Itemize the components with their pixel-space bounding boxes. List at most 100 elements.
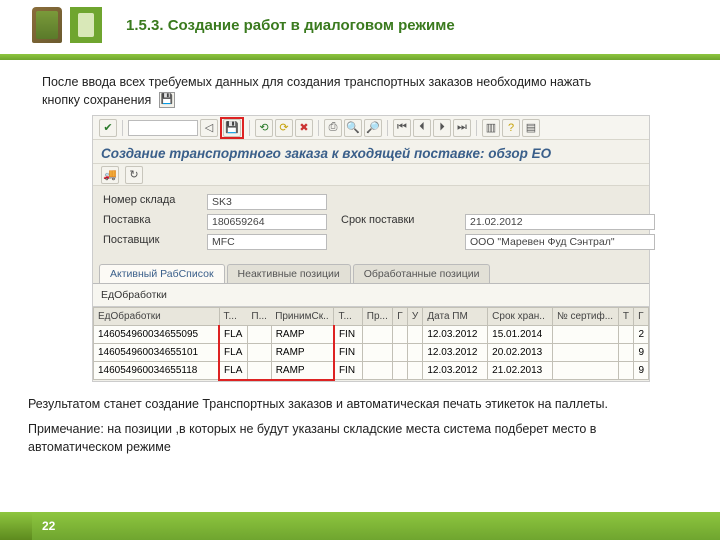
save-button-highlight: 💾 — [220, 117, 244, 139]
cell-last[interactable]: 9 — [634, 344, 649, 362]
tab-active-list[interactable]: Активный РабСписок — [99, 264, 225, 283]
cell-g[interactable] — [393, 326, 408, 344]
next-page-icon[interactable]: ⏵ — [433, 119, 451, 137]
col-t2[interactable]: Т... — [334, 308, 362, 326]
intro-line1: После ввода всех требуемых данных для со… — [42, 75, 591, 89]
customize-icon[interactable]: ▤ — [522, 119, 540, 137]
col-u[interactable]: У — [407, 308, 423, 326]
col-p[interactable]: П... — [247, 308, 271, 326]
tab-inactive[interactable]: Неактивные позиции — [227, 264, 351, 283]
supplier-value[interactable]: MFC — [207, 234, 327, 250]
data-table: ЕдОбработки Т... П... ПринимСк.. Т... Пр… — [93, 307, 649, 381]
col-pr[interactable]: Пр... — [362, 308, 392, 326]
cell-u[interactable] — [407, 326, 423, 344]
warehouse-value[interactable]: SK3 — [207, 194, 327, 210]
delivery-date-value[interactable]: 21.02.2012 — [465, 214, 655, 230]
cell-last[interactable]: 2 — [634, 326, 649, 344]
cell-p[interactable] — [247, 362, 271, 380]
cell-t1[interactable]: FLA — [219, 344, 247, 362]
cell-g[interactable] — [393, 344, 408, 362]
supplier-name[interactable]: ООО "Маревен Фуд Сэнтрал" — [465, 234, 655, 250]
cell-u[interactable] — [407, 362, 423, 380]
sap-sub-toolbar: 🚚 ↻ — [93, 164, 649, 186]
col-edobr[interactable]: ЕдОбработки — [94, 308, 220, 326]
cell-sert[interactable] — [552, 362, 618, 380]
col-sert[interactable]: № сертиф... — [552, 308, 618, 326]
slide-header: 1.5.3. Создание работ в диалоговом режим… — [0, 0, 720, 50]
nav-exit-icon[interactable]: ⟳ — [275, 119, 293, 137]
cell-edobr[interactable]: 146054960034655118 — [94, 362, 220, 380]
cell-p[interactable] — [247, 344, 271, 362]
cell-tg[interactable] — [618, 362, 633, 380]
table-row[interactable]: 146054960034655101FLA RAMPFIN 12.03.201220… — [94, 344, 649, 362]
tab-processed[interactable]: Обработанные позиции — [353, 264, 491, 283]
cell-sert[interactable] — [552, 326, 618, 344]
first-page-icon[interactable]: ⏮ — [393, 119, 411, 137]
print-icon[interactable]: ⎙ — [324, 119, 342, 137]
table-row[interactable]: 146054960034655095FLA RAMPFIN 12.03.201215… — [94, 326, 649, 344]
page-number: 22 — [42, 519, 55, 533]
cell-tg[interactable] — [618, 326, 633, 344]
slide-footer: 22 — [0, 512, 720, 540]
table-row[interactable]: 146054960034655118FLA RAMPFIN 12.03.201221… — [94, 362, 649, 380]
cell-t2[interactable]: FIN — [334, 344, 362, 362]
intro-line2: кнопку сохранения — [42, 93, 151, 107]
last-page-icon[interactable]: ⏭ — [453, 119, 471, 137]
layout-icon[interactable]: ▥ — [482, 119, 500, 137]
header-fields: Номер склада SK3 Поставка 180659264 Срок… — [93, 186, 649, 258]
cell-srok[interactable]: 21.02.2013 — [488, 362, 553, 380]
cell-prin[interactable]: RAMP — [271, 326, 334, 344]
supplier-label: Поставщик — [103, 234, 193, 250]
cell-p[interactable] — [247, 326, 271, 344]
prev-page-icon[interactable]: ⏴ — [413, 119, 431, 137]
help-icon[interactable]: ? — [502, 119, 520, 137]
back-icon[interactable]: ◁ — [200, 119, 218, 137]
table-title: ЕдОбработки — [93, 284, 649, 307]
cell-datapm[interactable]: 12.03.2012 — [423, 344, 488, 362]
delivery-date-label: Срок поставки — [341, 214, 451, 230]
cell-datapm[interactable]: 12.03.2012 — [423, 326, 488, 344]
cell-t2[interactable]: FIN — [334, 362, 362, 380]
cell-srok[interactable]: 15.01.2014 — [488, 326, 553, 344]
col-tg[interactable]: Т — [618, 308, 633, 326]
cell-pr[interactable] — [362, 362, 392, 380]
col-g[interactable]: Г — [393, 308, 408, 326]
ok-icon[interactable]: ✔ — [99, 119, 117, 137]
col-prin[interactable]: ПринимСк.. — [271, 308, 334, 326]
refresh-icon[interactable]: ↻ — [125, 166, 143, 184]
command-field[interactable] — [128, 120, 198, 136]
cell-g[interactable] — [393, 362, 408, 380]
save-button[interactable]: 💾 — [223, 119, 241, 137]
cell-prin[interactable]: RAMP — [271, 362, 334, 380]
find-next-icon[interactable]: 🔎 — [364, 119, 382, 137]
footer-accent-block — [0, 512, 32, 540]
warehouse-label: Номер склада — [103, 194, 193, 210]
col-srok[interactable]: Срок хран.. — [488, 308, 553, 326]
toolbar-divider — [249, 120, 250, 136]
col-g2[interactable]: Г — [634, 308, 649, 326]
cancel-icon[interactable]: ✖ — [295, 119, 313, 137]
col-datapm[interactable]: Дата ПМ — [423, 308, 488, 326]
cell-srok[interactable]: 20.02.2013 — [488, 344, 553, 362]
cell-pr[interactable] — [362, 326, 392, 344]
cell-last[interactable]: 9 — [634, 362, 649, 380]
find-icon[interactable]: 🔍 — [344, 119, 362, 137]
cell-sert[interactable] — [552, 344, 618, 362]
emblem-icon — [32, 7, 62, 43]
cell-pr[interactable] — [362, 344, 392, 362]
col-t1[interactable]: Т... — [219, 308, 247, 326]
cell-t1[interactable]: FLA — [219, 362, 247, 380]
cell-edobr[interactable]: 146054960034655101 — [94, 344, 220, 362]
nav-back-icon[interactable]: ⟲ — [255, 119, 273, 137]
delivery-value[interactable]: 180659264 — [207, 214, 327, 230]
toolbar-divider — [318, 120, 319, 136]
cell-datapm[interactable]: 12.03.2012 — [423, 362, 488, 380]
cell-t2[interactable]: FIN — [334, 326, 362, 344]
cell-edobr[interactable]: 146054960034655095 — [94, 326, 220, 344]
cell-tg[interactable] — [618, 344, 633, 362]
cell-u[interactable] — [407, 344, 423, 362]
cell-t1[interactable]: FLA — [219, 326, 247, 344]
tab-strip: Активный РабСписок Неактивные позиции Об… — [93, 258, 649, 284]
cell-prin[interactable]: RAMP — [271, 344, 334, 362]
truck-icon[interactable]: 🚚 — [101, 166, 119, 184]
